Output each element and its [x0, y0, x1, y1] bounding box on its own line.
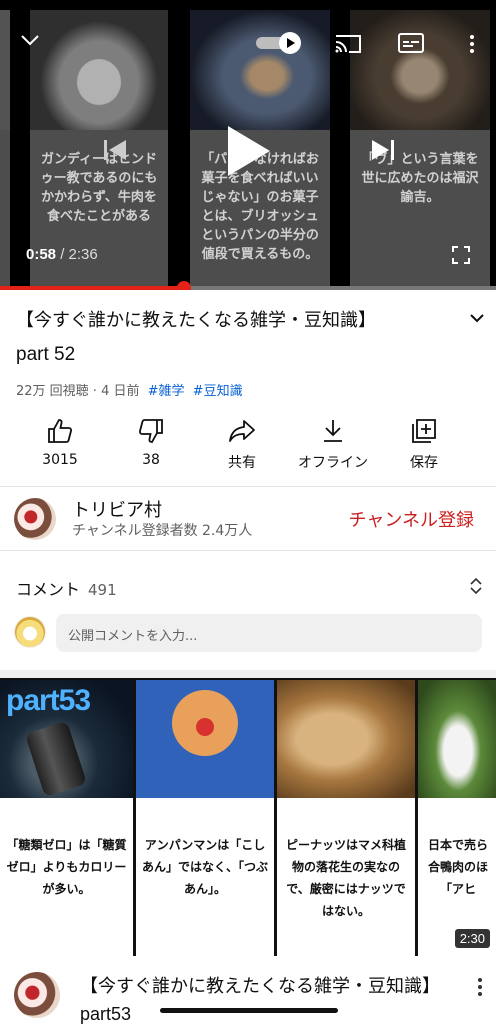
- share-icon: [229, 420, 255, 442]
- dislike-button[interactable]: 38: [106, 414, 196, 468]
- more-vert-icon[interactable]: [462, 32, 482, 56]
- progress-bar[interactable]: [0, 281, 496, 290]
- playlist-add-icon: [412, 419, 436, 443]
- thumbnail-panel: part53 「糖類ゼロ」は「糖質ゼロ」よりもカロリーが多い。: [0, 680, 133, 956]
- total-time: 2:36: [68, 246, 98, 263]
- current-time: 0:58: [26, 246, 57, 263]
- thumbs-up-icon: [48, 419, 73, 443]
- progress-played: [0, 286, 184, 290]
- fullscreen-icon[interactable]: [452, 246, 470, 264]
- save-label: 保存: [410, 455, 438, 471]
- play-icon[interactable]: [222, 124, 272, 178]
- video-subtitle: part 52: [16, 344, 76, 365]
- comments-label: コメント: [16, 580, 81, 599]
- thumbnail-caption: ピーナッツはマメ科植物の落花生の実なので、厳密にはナッツではない。: [285, 838, 406, 918]
- video-title[interactable]: 【今すぐ誰かに教えたくなる雑学・豆知識】: [16, 306, 456, 332]
- time-display: 0:58 / 2:36: [26, 246, 98, 263]
- hashtag-link[interactable]: #雑学: [148, 384, 185, 399]
- next-video-row[interactable]: 【今すぐ誰かに教えたくなる雑学・豆知識】part53: [0, 958, 496, 1024]
- chevron-down-icon[interactable]: [18, 28, 42, 52]
- more-vert-icon[interactable]: [474, 976, 486, 998]
- like-button[interactable]: 3015: [15, 414, 105, 468]
- thumbs-down-icon: [138, 419, 163, 443]
- channel-subscriber-count: チャンネル登録者数 2.4万人: [72, 523, 253, 539]
- progress-scrubber[interactable]: [176, 281, 191, 290]
- thumbnail-image-anpanman: [136, 680, 274, 798]
- comments-count: 491: [88, 581, 117, 599]
- channel-name[interactable]: トリビア村: [72, 496, 162, 522]
- duration-badge: 2:30: [454, 929, 490, 948]
- action-bar: 3015 38 共有 オフライン 保存: [0, 414, 496, 474]
- video-meta: 22万 回視聴 · 4 日前 #雑学 #豆知識: [16, 380, 243, 399]
- thumbnail-image-peanuts: [277, 680, 415, 798]
- channel-avatar[interactable]: [14, 498, 56, 540]
- like-count: 3015: [42, 452, 78, 468]
- home-indicator: [160, 1008, 338, 1013]
- video-player[interactable]: ガンディーはヒンドゥー教であるのにもかかわらず、牛肉を食べたことがある 「パンが…: [0, 0, 496, 290]
- divider: [0, 486, 496, 487]
- thumbnail-panel: 日本で売ら合鴨肉のほ「アヒ: [418, 680, 496, 956]
- anpanman-nose: [196, 718, 214, 736]
- hashtag-link[interactable]: #豆知識: [193, 384, 243, 399]
- channel-row[interactable]: トリビア村 チャンネル登録者数 2.4万人 チャンネル登録: [0, 490, 496, 550]
- thumbnail-caption: アンパンマンは「こしあん」ではなく、「つぶあん」。: [142, 838, 269, 896]
- previous-icon[interactable]: [100, 136, 130, 164]
- time-separator: /: [56, 246, 69, 263]
- divider: [0, 550, 496, 551]
- chevron-down-icon[interactable]: [466, 308, 488, 328]
- views-date: 22万 回視聴 · 4 日前: [16, 384, 140, 399]
- download-icon: [324, 420, 342, 442]
- share-button[interactable]: 共有: [197, 414, 287, 472]
- subscribe-button[interactable]: チャンネル登録: [349, 506, 474, 532]
- next-video-thumbnail[interactable]: part53 「糖類ゼロ」は「糖質ゼロ」よりもカロリーが多い。 アンパンマンは「…: [0, 678, 496, 956]
- share-label: 共有: [228, 455, 256, 471]
- next-icon[interactable]: [368, 136, 398, 164]
- offline-label: オフライン: [298, 455, 368, 471]
- thumbnail-panel: アンパンマンは「こしあん」ではなく、「つぶあん」。: [136, 680, 274, 956]
- section-separator: [0, 670, 496, 678]
- next-video-title[interactable]: 【今すぐ誰かに教えたくなる雑学・豆知識】part53: [80, 972, 450, 1024]
- can-image: [24, 720, 88, 798]
- thumbnail-image-duck: [418, 680, 496, 798]
- thumbnail-panel: ピーナッツはマメ科植物の落花生の実なので、厳密にはナッツではない。: [277, 680, 415, 956]
- dislike-count: 38: [142, 452, 160, 468]
- comment-input[interactable]: 公開コメントを入力...: [56, 614, 482, 652]
- save-button[interactable]: 保存: [379, 414, 469, 472]
- user-avatar: [14, 616, 46, 648]
- unfold-icon[interactable]: [466, 576, 486, 596]
- captions-icon[interactable]: [398, 32, 424, 54]
- channel-avatar[interactable]: [14, 972, 60, 1018]
- autoplay-toggle-icon[interactable]: [256, 32, 304, 54]
- thumbnail-image-can: part53: [0, 680, 133, 798]
- offline-button[interactable]: オフライン: [288, 414, 378, 472]
- comments-section[interactable]: コメント 491 公開コメントを入力...: [0, 566, 496, 666]
- cast-icon[interactable]: [334, 32, 362, 54]
- thumbnail-caption: 「糖類ゼロ」は「糖質ゼロ」よりもカロリーが多い。: [6, 838, 127, 896]
- part-badge: part53: [6, 684, 91, 717]
- comments-heading: コメント 491: [16, 576, 117, 600]
